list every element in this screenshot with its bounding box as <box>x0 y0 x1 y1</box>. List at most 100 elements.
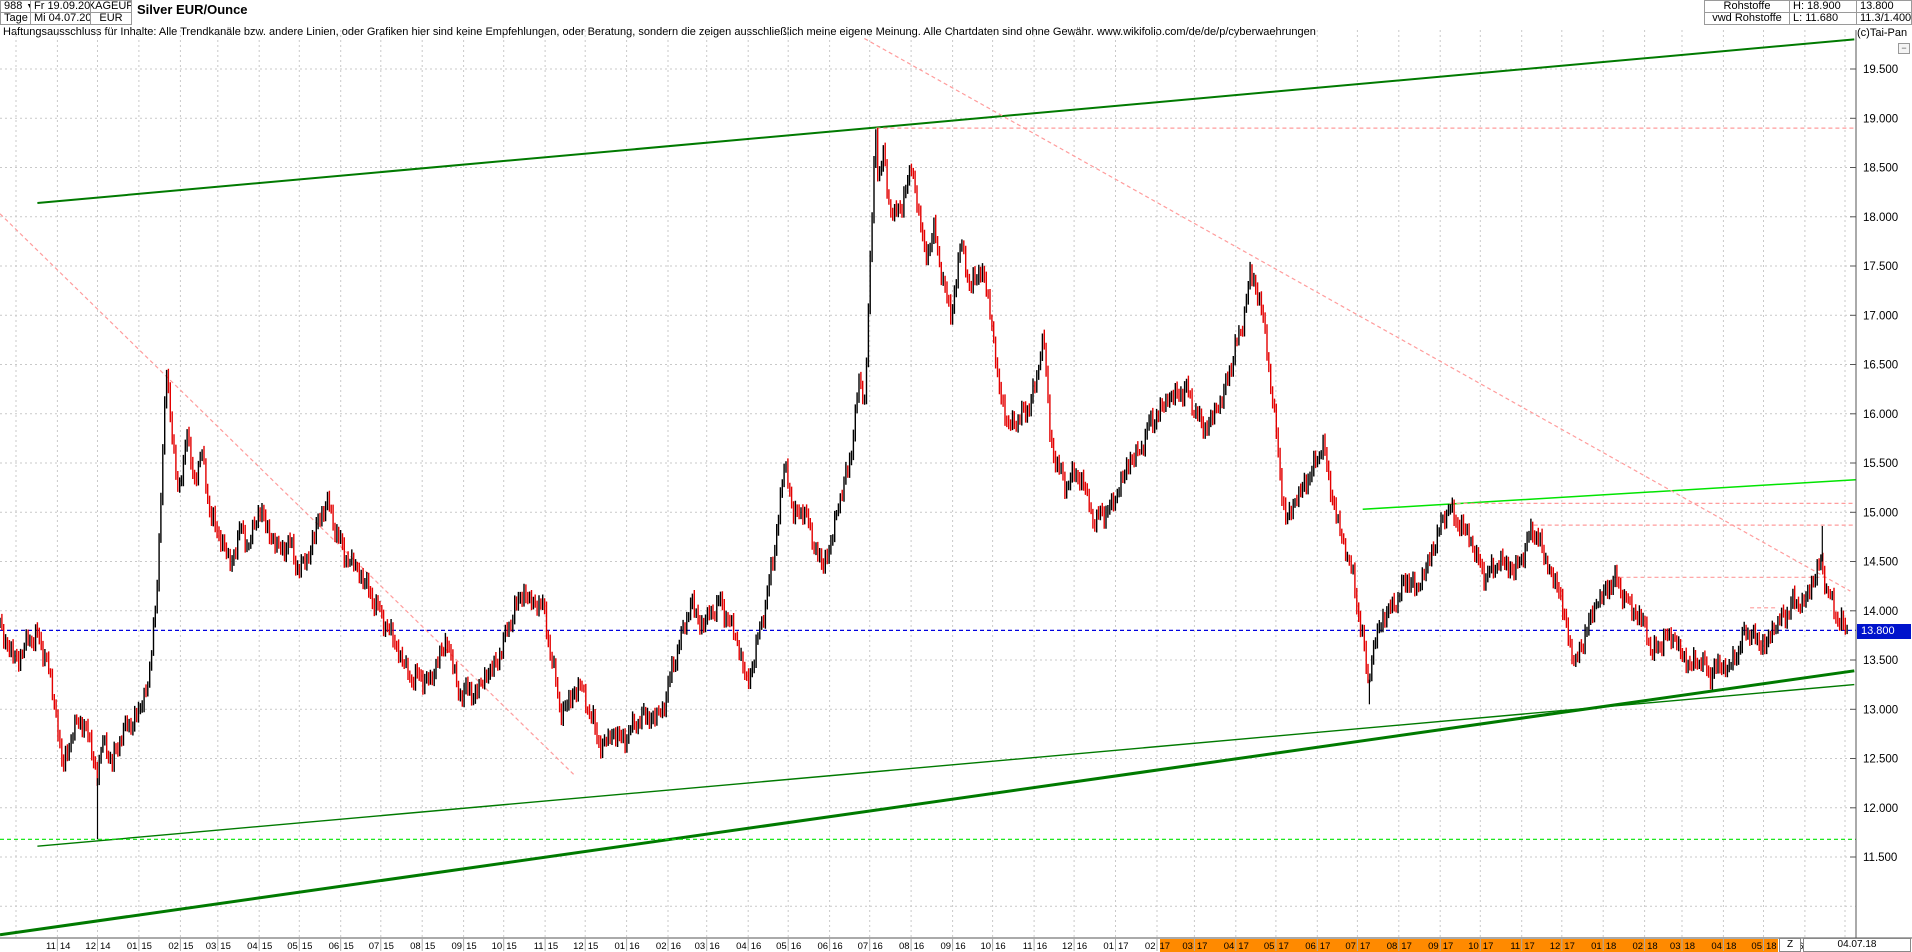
svg-text:14.500: 14.500 <box>1863 557 1898 569</box>
svg-text:18: 18 <box>1606 941 1617 952</box>
cursor-date-box: 04.07.18 <box>1803 938 1911 952</box>
svg-text:15: 15 <box>425 941 436 952</box>
svg-text:02: 02 <box>1633 941 1644 952</box>
svg-text:03: 03 <box>1182 941 1193 952</box>
svg-text:18: 18 <box>1726 941 1737 952</box>
svg-text:04: 04 <box>1711 941 1722 952</box>
svg-text:10: 10 <box>1468 941 1479 952</box>
svg-text:09: 09 <box>452 941 463 952</box>
svg-text:01: 01 <box>127 941 138 952</box>
svg-text:18.500: 18.500 <box>1863 163 1898 175</box>
svg-text:17: 17 <box>1160 941 1171 952</box>
svg-text:03: 03 <box>695 941 706 952</box>
svg-text:03: 03 <box>1670 941 1681 952</box>
svg-text:15: 15 <box>506 941 517 952</box>
svg-text:01: 01 <box>1591 941 1602 952</box>
x-axis-labels: 1114121401150215031504150515061507150815… <box>46 939 1818 952</box>
z-button[interactable]: Z <box>1779 938 1801 952</box>
svg-text:02: 02 <box>656 941 667 952</box>
y-axis: 19.50019.00018.50018.00017.50017.00016.5… <box>0 30 1912 938</box>
svg-text:02: 02 <box>168 941 179 952</box>
lower-channel-line-thick[interactable] <box>0 671 1854 935</box>
svg-text:17: 17 <box>1238 941 1249 952</box>
svg-text:05: 05 <box>287 941 298 952</box>
svg-text:16: 16 <box>671 941 682 952</box>
svg-text:16: 16 <box>709 941 720 952</box>
svg-text:09: 09 <box>1428 941 1439 952</box>
upper-channel-line[interactable] <box>37 39 1854 203</box>
svg-text:15: 15 <box>262 941 273 952</box>
svg-text:12.000: 12.000 <box>1863 803 1898 815</box>
svg-text:16: 16 <box>914 941 925 952</box>
svg-text:16: 16 <box>872 941 883 952</box>
svg-text:15: 15 <box>220 941 231 952</box>
svg-text:19.500: 19.500 <box>1863 64 1898 76</box>
svg-text:12: 12 <box>85 941 96 952</box>
svg-text:12: 12 <box>573 941 584 952</box>
svg-text:04: 04 <box>247 941 258 952</box>
price-bars-up <box>0 129 1847 785</box>
svg-text:01: 01 <box>615 941 626 952</box>
svg-text:16: 16 <box>791 941 802 952</box>
svg-text:05: 05 <box>776 941 787 952</box>
steep-downtrend-dashed[interactable] <box>0 214 575 775</box>
tai-pan-chart-window: 988 ▼ Fr 19.09.2014 XAGEUR Tage ▼ Mi 04.… <box>0 0 1912 952</box>
svg-text:02: 02 <box>1145 941 1156 952</box>
svg-text:16: 16 <box>995 941 1006 952</box>
svg-text:16: 16 <box>1077 941 1088 952</box>
svg-text:15: 15 <box>302 941 313 952</box>
svg-text:17: 17 <box>1524 941 1535 952</box>
svg-text:06: 06 <box>1305 941 1316 952</box>
svg-text:15: 15 <box>588 941 599 952</box>
svg-text:11: 11 <box>534 941 544 952</box>
svg-text:15: 15 <box>343 941 354 952</box>
svg-text:18: 18 <box>1647 941 1658 952</box>
svg-text:05: 05 <box>1264 941 1275 952</box>
svg-text:19.000: 19.000 <box>1863 113 1898 125</box>
svg-text:17: 17 <box>1360 941 1371 952</box>
svg-text:12: 12 <box>1062 941 1073 952</box>
svg-text:17: 17 <box>1564 941 1575 952</box>
svg-text:08: 08 <box>1387 941 1398 952</box>
svg-text:17: 17 <box>1443 941 1454 952</box>
svg-text:14.000: 14.000 <box>1863 606 1898 618</box>
svg-text:15.500: 15.500 <box>1863 458 1898 470</box>
svg-text:17.500: 17.500 <box>1863 261 1898 273</box>
svg-text:16: 16 <box>1037 941 1048 952</box>
mini-resistance-bright[interactable] <box>1363 480 1856 510</box>
svg-text:15: 15 <box>383 941 394 952</box>
svg-text:11: 11 <box>1023 941 1033 952</box>
svg-text:11: 11 <box>1510 941 1520 952</box>
price-chart[interactable]: 1114121401150215031504150515061507150815… <box>0 0 1912 952</box>
svg-text:07: 07 <box>369 941 380 952</box>
svg-text:10: 10 <box>492 941 503 952</box>
svg-text:13.000: 13.000 <box>1863 704 1898 716</box>
svg-text:13.500: 13.500 <box>1863 655 1898 667</box>
svg-text:03: 03 <box>206 941 217 952</box>
svg-text:15: 15 <box>548 941 559 952</box>
svg-text:17: 17 <box>1278 941 1289 952</box>
svg-text:17: 17 <box>1118 941 1129 952</box>
svg-text:15.000: 15.000 <box>1863 507 1898 519</box>
price-bars-down <box>2 128 1845 786</box>
svg-text:18: 18 <box>1685 941 1696 952</box>
svg-text:16.500: 16.500 <box>1863 360 1898 372</box>
svg-text:18: 18 <box>1766 941 1777 952</box>
svg-text:07: 07 <box>858 941 869 952</box>
svg-text:15: 15 <box>141 941 152 952</box>
svg-text:17: 17 <box>1483 941 1494 952</box>
svg-text:06: 06 <box>818 941 829 952</box>
svg-text:10: 10 <box>981 941 992 952</box>
svg-text:14: 14 <box>60 941 71 952</box>
svg-text:08: 08 <box>410 941 421 952</box>
svg-text:18.000: 18.000 <box>1863 212 1898 224</box>
svg-text:05: 05 <box>1751 941 1762 952</box>
svg-text:04: 04 <box>1224 941 1235 952</box>
svg-text:06: 06 <box>329 941 340 952</box>
svg-text:16.000: 16.000 <box>1863 409 1898 421</box>
svg-text:15: 15 <box>466 941 477 952</box>
svg-text:16: 16 <box>751 941 762 952</box>
svg-text:04: 04 <box>736 941 747 952</box>
svg-text:14: 14 <box>100 941 111 952</box>
svg-text:16: 16 <box>955 941 966 952</box>
